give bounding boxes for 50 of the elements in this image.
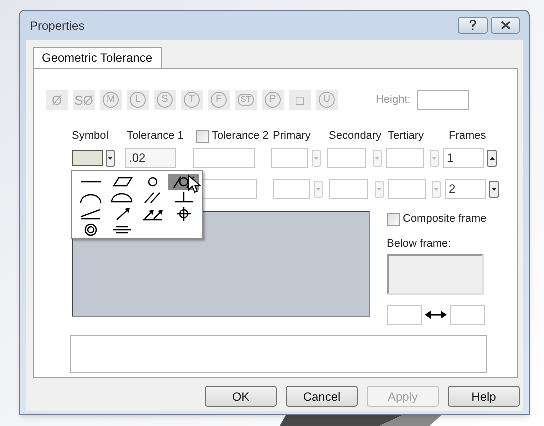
caret-icon: [377, 188, 382, 190]
spin-button[interactable]: [489, 180, 499, 198]
column-label: Tolerance 1: [127, 129, 185, 144]
input-field[interactable]: [386, 148, 424, 168]
caret-icon: [375, 156, 380, 160]
input-field[interactable]: [271, 148, 308, 168]
caret-icon: [316, 188, 321, 190]
dropdown-button[interactable]: [106, 150, 115, 166]
column-label: Secondary: [329, 129, 383, 144]
up-caret-icon: [490, 156, 494, 160]
close-button[interactable]: [491, 17, 520, 34]
dialog-button[interactable]: OK: [205, 386, 277, 407]
column-label: Symbol: [72, 129, 110, 144]
column-label: Tolerance 2: [211, 129, 270, 144]
caret-icon: [108, 156, 113, 160]
dialog-button[interactable]: Cancel: [286, 386, 358, 407]
height-label: Height:: [376, 92, 411, 108]
checkbox[interactable]: [196, 130, 209, 143]
column-label: Primary: [273, 129, 312, 144]
input-field[interactable]: [450, 305, 485, 325]
dialog-button[interactable]: Help: [448, 386, 520, 407]
input-field[interactable]: [387, 305, 422, 325]
double-arrow-icon: [425, 311, 447, 319]
composite-frame-label: Composite frame: [403, 212, 487, 227]
window-title: Properties: [30, 18, 85, 34]
caret-icon: [434, 188, 439, 190]
input-field[interactable]: [327, 148, 366, 168]
help-icon: [469, 20, 477, 31]
symbol-swatch[interactable]: [72, 150, 103, 166]
input-field[interactable]: [273, 179, 310, 199]
tab[interactable]: Geometric Tolerance: [33, 47, 162, 68]
column-label: Tertiary: [388, 129, 426, 144]
spin-button[interactable]: [487, 150, 497, 166]
caret-icon: [492, 188, 496, 190]
caret-icon: [432, 156, 437, 160]
below-frame-label: Below frame:: [387, 236, 452, 252]
input-field[interactable]: [193, 148, 255, 168]
profile-surface-icon: [108, 191, 134, 205]
close-icon: [500, 21, 510, 30]
frames-field[interactable]: 1: [443, 148, 484, 168]
column-label: Frames: [449, 129, 486, 144]
tolerance-field[interactable]: .02: [125, 148, 176, 168]
input-field[interactable]: [329, 179, 368, 199]
checkbox[interactable]: [387, 212, 400, 226]
help-button[interactable]: [458, 17, 488, 34]
cylindricity-icon: [170, 175, 196, 189]
caret-icon: [314, 156, 319, 160]
input-field[interactable]: [388, 179, 426, 199]
frames-field[interactable]: 2: [445, 179, 486, 199]
height-field[interactable]: [416, 90, 469, 110]
